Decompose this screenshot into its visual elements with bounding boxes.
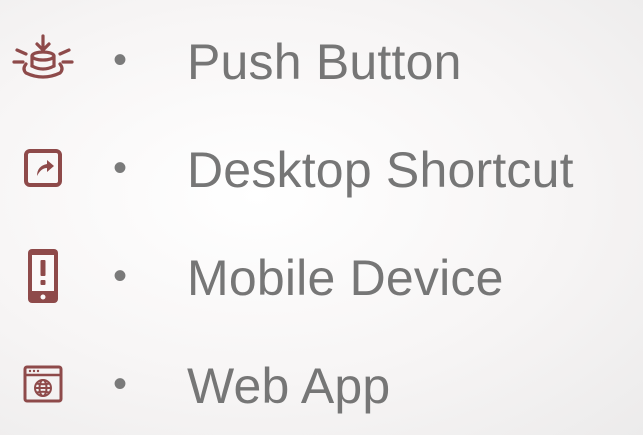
mobile-device-icon: [12, 245, 74, 307]
bullet: •: [113, 362, 128, 406]
list-item-desktop-shortcut: • Desktop Shortcut: [0, 128, 643, 208]
item-label-mobile-device: Mobile Device: [187, 250, 504, 306]
push-button-icon: [12, 29, 74, 91]
list-item-mobile-device: • Mobile Device: [0, 236, 643, 316]
slide: • Push Button • Desktop Shortcut • Mobil…: [0, 0, 643, 435]
item-label-push-button: Push Button: [187, 34, 462, 90]
list-item-web-app: • Web App: [0, 344, 643, 424]
bullet: •: [113, 146, 128, 190]
bullet: •: [113, 254, 128, 298]
item-label-desktop-shortcut: Desktop Shortcut: [187, 142, 574, 198]
list-item-push-button: • Push Button: [0, 20, 643, 100]
bullet: •: [113, 38, 128, 82]
desktop-shortcut-icon: [12, 137, 74, 199]
web-app-icon: [12, 353, 74, 415]
item-label-web-app: Web App: [187, 358, 391, 414]
